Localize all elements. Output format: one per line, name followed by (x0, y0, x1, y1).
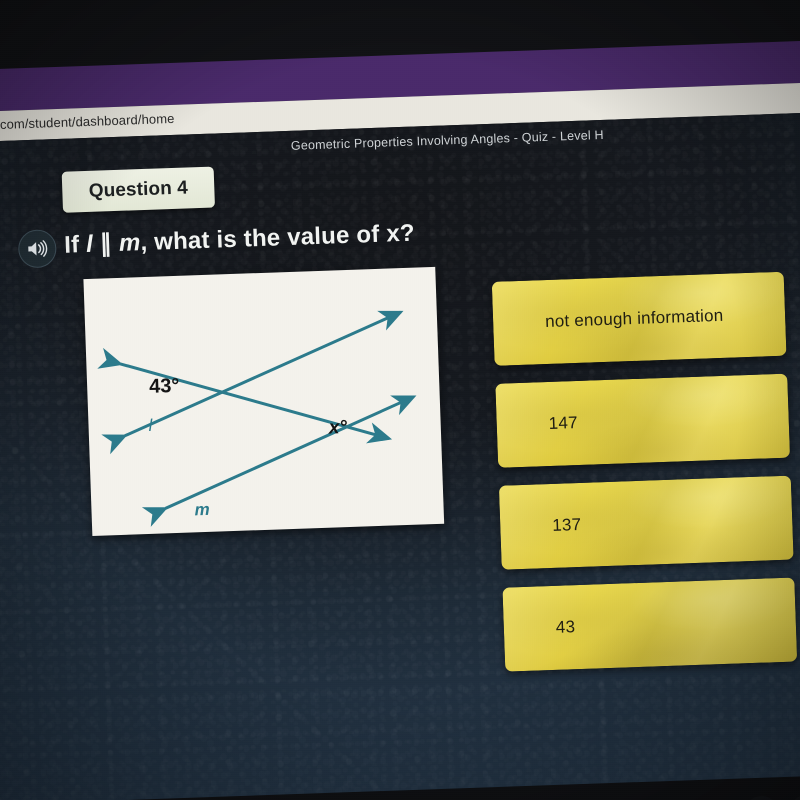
screen-content: ady.com/student/dashboard/home Geometric… (0, 0, 800, 800)
answer-option-2[interactable]: 147 (495, 373, 791, 468)
question-line-m: m (118, 229, 141, 257)
angle-label-x: x° (327, 417, 347, 439)
quiz-app-area: Geometric Properties Involving Angles - … (0, 111, 800, 800)
calculator-icon[interactable] (743, 795, 780, 800)
question-prefix: If (63, 231, 87, 259)
tool-buttons (743, 792, 800, 800)
notepad-icon[interactable] (789, 793, 800, 800)
question-parallel-symbol: ∥ (92, 229, 120, 258)
photo-of-monitor: ady.com/student/dashboard/home Geometric… (0, 0, 800, 800)
transversal-line (97, 347, 393, 444)
answer-option-2-label: 147 (548, 412, 579, 433)
question-suffix: , what is the value of x? (139, 219, 416, 257)
quiz-title: Geometric Properties Involving Angles - … (290, 127, 604, 153)
line-l-label: l (148, 416, 154, 435)
line-m (141, 395, 417, 527)
answer-option-1[interactable]: not enough information (491, 271, 787, 366)
angle-label-43: 43° (149, 375, 180, 398)
answer-options-list: not enough information 147 137 43 (491, 271, 798, 690)
line-m-label: m (194, 500, 210, 520)
geometry-diagram: 43° l x° m (97, 310, 417, 527)
answer-option-3[interactable]: 137 (498, 475, 794, 570)
answer-option-4[interactable]: 43 (502, 577, 798, 672)
line-l (101, 310, 404, 455)
answer-option-3-label: 137 (551, 514, 582, 535)
media-toolbar (0, 774, 800, 800)
question-number-label: Question 4 (88, 177, 189, 202)
question-text: If l ∥ m, what is the value of x? (64, 219, 415, 260)
answer-option-1-label: not enough information (544, 305, 724, 332)
geometry-diagram-card: 43° l x° m (83, 266, 445, 536)
question-number-badge: Question 4 (61, 166, 215, 213)
speaker-icon[interactable] (17, 229, 57, 269)
answer-option-4-label: 43 (555, 617, 576, 637)
